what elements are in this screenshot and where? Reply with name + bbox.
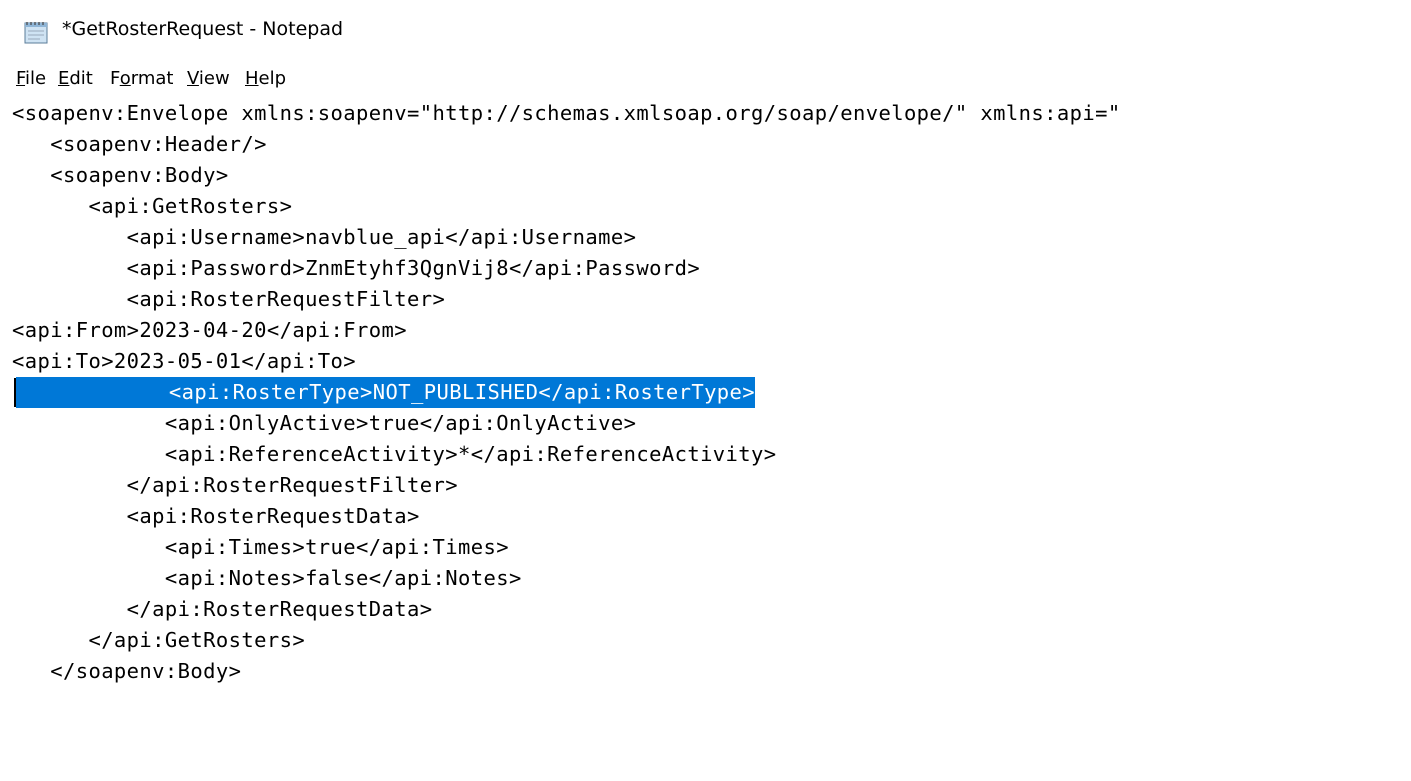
editor-line[interactable]: <soapenv:Envelope xmlns:soapenv="http://…	[12, 98, 1121, 129]
editor-line[interactable]: <api:OnlyActive>true</api:OnlyActive>	[12, 408, 636, 439]
notepad-icon[interactable]	[22, 19, 50, 45]
editor-line[interactable]: <api:Times>true</api:Times>	[12, 532, 509, 563]
editor-line[interactable]: <api:RosterRequestFilter>	[12, 284, 445, 315]
editor-line[interactable]: </api:GetRosters>	[12, 625, 305, 656]
editor-line[interactable]: </api:RosterRequestFilter>	[12, 470, 458, 501]
editor-line[interactable]: </soapenv:Body>	[12, 656, 241, 687]
menu-view[interactable]: View	[185, 68, 232, 89]
editor-line[interactable]: </api:RosterRequestData>	[12, 594, 433, 625]
menu-format[interactable]: Format	[108, 68, 175, 89]
editor-line[interactable]: <api:From>2023-04-20</api:From>	[12, 315, 407, 346]
editor-line[interactable]: <api:RosterRequestData>	[12, 501, 420, 532]
menu-file[interactable]: File	[14, 68, 48, 89]
editor-line[interactable]: <api:To>2023-05-01</api:To>	[12, 346, 356, 377]
editor-line[interactable]: <api:GetRosters>	[12, 191, 292, 222]
editor-line[interactable]: <api:Password>ZnmEtyhf3QgnVij8</api:Pass…	[12, 253, 700, 284]
menu-edit[interactable]: Edit	[56, 68, 95, 89]
text-editor[interactable]: <soapenv:Envelope xmlns:soapenv="http://…	[0, 98, 1411, 781]
editor-line[interactable]: <api:Notes>false</api:Notes>	[12, 563, 522, 594]
editor-line[interactable]: <api:Username>navblue_api</api:Username>	[12, 222, 636, 253]
window-title: *GetRosterRequest - Notepad	[62, 18, 344, 40]
title-bar: *GetRosterRequest - Notepad	[0, 0, 1411, 64]
editor-line[interactable]: <soapenv:Body>	[12, 160, 229, 191]
menu-help[interactable]: Help	[243, 68, 288, 89]
editor-line[interactable]: <soapenv:Header/>	[12, 129, 267, 160]
editor-line-selected[interactable]: <api:RosterType>NOT_PUBLISHED</api:Roste…	[16, 377, 756, 408]
editor-line[interactable]: <api:ReferenceActivity>*</api:ReferenceA…	[12, 439, 777, 470]
menu-bar: File Edit Format View Help	[0, 64, 1411, 98]
